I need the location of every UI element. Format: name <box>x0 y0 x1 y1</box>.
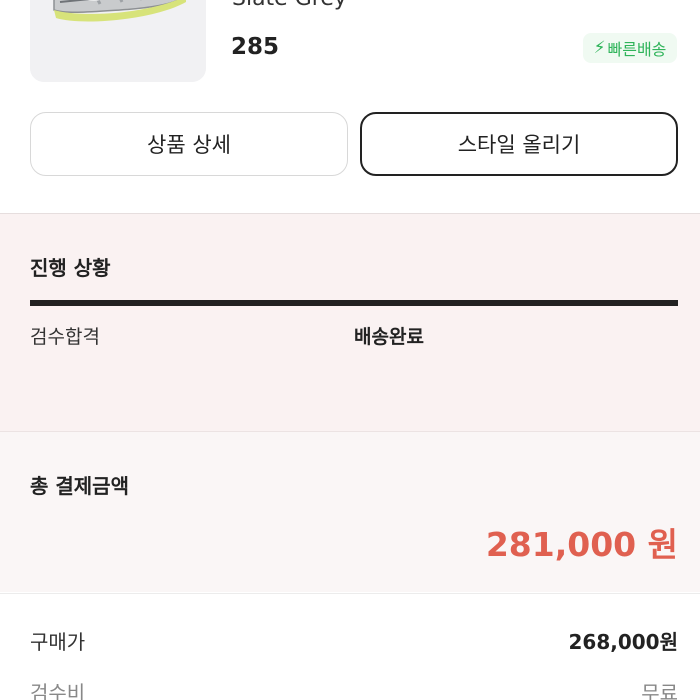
divider <box>0 593 700 594</box>
product-summary: Slate Grey 285 ⚡ 빠른배송 <box>0 0 700 100</box>
product-thumbnail[interactable] <box>30 0 206 82</box>
product-size: 285 <box>231 34 280 60</box>
product-name: Slate Grey <box>232 0 347 11</box>
sneaker-image <box>30 0 206 82</box>
inspection-fee-value: 무료 <box>641 681 678 700</box>
fast-delivery-badge: ⚡ 빠른배송 <box>583 33 677 63</box>
total-payment-amount: 281,000 원 <box>485 525 678 564</box>
product-detail-button[interactable]: 상품 상세 <box>30 112 348 176</box>
purchase-price-value: 268,000원 <box>568 630 679 654</box>
progress-title: 진행 상황 <box>30 256 111 280</box>
step-inspection-passed: 검수합격 <box>30 326 100 348</box>
total-payment-title: 총 결제금액 <box>30 474 129 498</box>
progress-section: 진행 상황 검수합격 배송완료 <box>0 213 700 431</box>
total-payment-section: 총 결제금액 281,000 원 <box>0 432 700 592</box>
purchase-price-label: 구매가 <box>30 630 86 654</box>
inspection-fee-row: 검수비 무료 <box>30 677 678 700</box>
fast-delivery-label: 빠른배송 <box>607 40 667 59</box>
progress-bar <box>30 300 678 306</box>
step-delivered: 배송완료 <box>354 326 424 348</box>
upload-style-button[interactable]: 스타일 올리기 <box>360 112 678 176</box>
purchase-price-row: 구매가 268,000원 <box>30 626 678 655</box>
inspection-fee-label: 검수비 <box>30 681 86 700</box>
lightning-icon: ⚡ <box>593 37 606 58</box>
